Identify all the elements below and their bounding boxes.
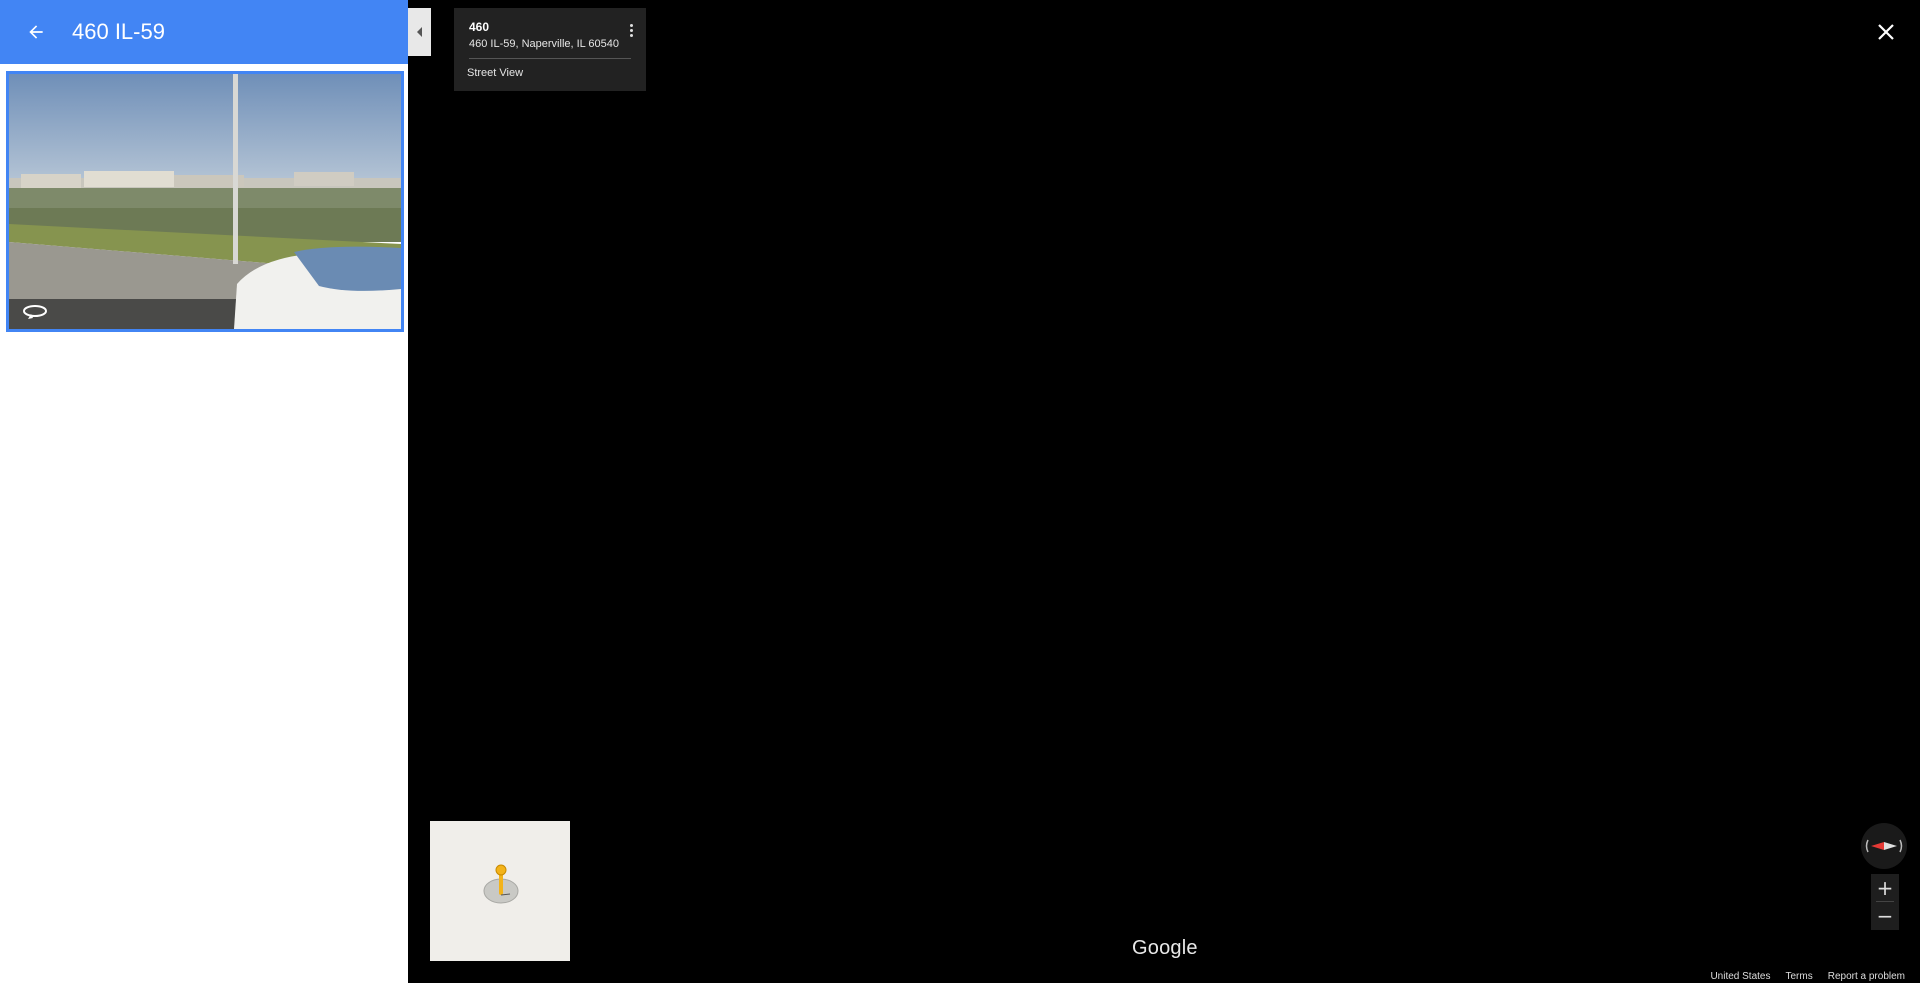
mini-map[interactable] bbox=[430, 821, 570, 961]
card-address: 460 IL-59, Naperville, IL 60540 bbox=[469, 38, 620, 50]
region-link[interactable]: United States bbox=[1710, 971, 1770, 982]
collapse-panel-button[interactable] bbox=[408, 8, 431, 56]
footer: United States Terms Report a problem bbox=[1710, 971, 1905, 982]
pegman-icon bbox=[483, 864, 519, 904]
more-vert-icon[interactable] bbox=[624, 20, 638, 40]
report-problem-link[interactable]: Report a problem bbox=[1828, 971, 1905, 982]
collapse-left-icon bbox=[416, 27, 422, 37]
zoom-controls: + − bbox=[1871, 874, 1899, 930]
street-view-link[interactable]: Street View bbox=[467, 67, 523, 79]
panel-header: 460 IL-59 bbox=[0, 0, 408, 64]
arrow-back-icon bbox=[29, 25, 43, 39]
street-view-thumbnail[interactable] bbox=[6, 71, 404, 332]
card-divider bbox=[469, 58, 631, 59]
terms-link[interactable]: Terms bbox=[1786, 971, 1813, 982]
side-panel: 460 IL-59 bbox=[0, 0, 408, 983]
street-view-photo bbox=[9, 74, 401, 329]
compass-icon bbox=[1865, 839, 1903, 853]
compass-button[interactable] bbox=[1861, 823, 1907, 869]
zoom-out-button[interactable]: − bbox=[1871, 902, 1899, 929]
close-icon bbox=[1878, 24, 1894, 40]
back-button[interactable] bbox=[20, 16, 52, 48]
location-info-card: 460 460 IL-59, Naperville, IL 60540 Stre… bbox=[454, 8, 646, 91]
360-rotate-icon bbox=[23, 305, 47, 319]
close-button[interactable] bbox=[1872, 18, 1900, 46]
card-title: 460 bbox=[469, 20, 490, 34]
page-title: 460 IL-59 bbox=[72, 19, 165, 44]
google-logo: Google bbox=[1132, 937, 1198, 959]
zoom-in-button[interactable]: + bbox=[1871, 874, 1899, 901]
